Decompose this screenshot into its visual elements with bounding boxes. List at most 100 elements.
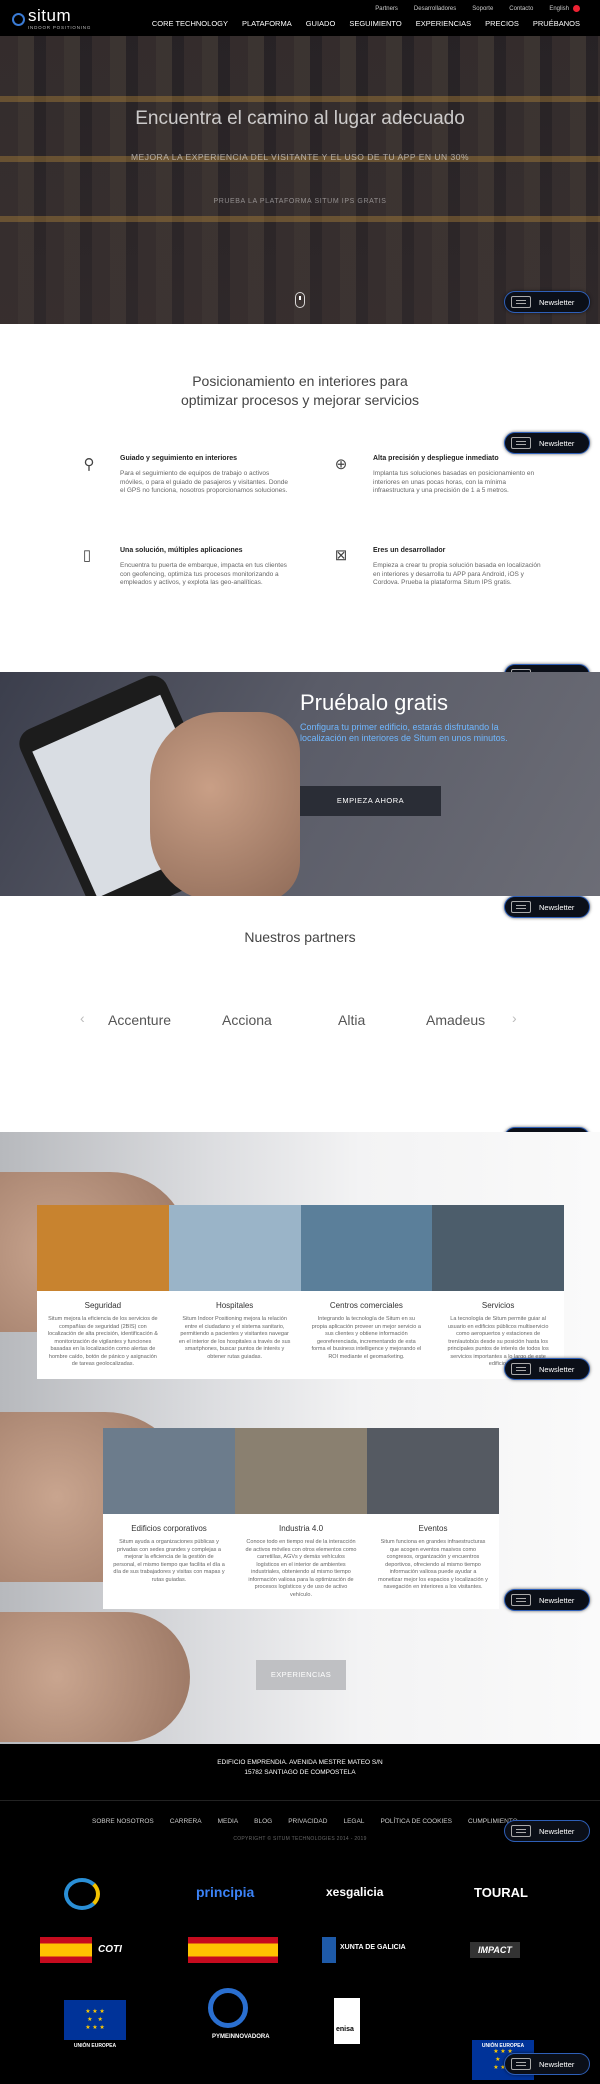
card-title: Hospitales [215,1301,254,1310]
footer-divider [0,1800,600,1801]
eu-flag-icon [64,2000,126,2040]
feature-text: Encuentra tu puerta de embarque, impacta… [120,562,287,586]
card-text: Situm mejora la eficiencia de los servic… [47,1316,158,1367]
enisa-emblem-icon [334,1998,360,2044]
experiencias-button[interactable]: EXPERIENCIAS [256,1660,346,1690]
nav-guiado[interactable]: GUIADO [306,19,336,28]
experience-card[interactable]: Edificios corporativos Situm ayuda a org… [103,1428,235,1609]
newsletter-button[interactable]: Newsletter [504,2053,590,2075]
devices-icon: ▯ [82,547,92,564]
newsletter-button[interactable]: Newsletter [504,291,590,313]
eu-label: UNIÓN EUROPEA [481,2043,525,2049]
sponsor-logo-icon [64,1878,100,1910]
industria-image [235,1428,367,1514]
footer-link[interactable]: MEDIA [218,1818,239,1825]
feature-text: Empieza a crear tu propia solución basad… [373,562,541,586]
nav-experiencias[interactable]: EXPERIENCIAS [416,19,471,28]
newsletter-icon [511,901,531,913]
scroll-down-icon[interactable] [295,292,305,308]
xunta-emblem-icon [322,1937,336,1963]
footer-link[interactable]: BLOG [254,1818,272,1825]
partner-accenture[interactable]: Accenture [108,1012,171,1028]
main-nav: CORE TECHNOLOGY PLATAFORMA GUIADO SEGUIM… [152,19,580,28]
card-title: Seguridad [84,1301,122,1310]
card-text: Situm Indoor Positioning mejora la relac… [178,1316,291,1360]
sponsor-coti: COTI [98,1944,122,1955]
nav-plataforma[interactable]: PLATAFORMA [242,19,292,28]
situm-logo[interactable]: situm INDOOR POSITIONING [12,6,92,32]
crosshair-icon: ⊕ [334,456,348,473]
eu-label: UNIÓN EUROPEA [73,2043,117,2049]
newsletter-button[interactable]: Newsletter [504,1820,590,1842]
experiences-row-1: Seguridad Situm mejora la eficiencia de … [37,1205,564,1379]
card-title: Centros comerciales [329,1301,403,1310]
newsletter-button[interactable]: Newsletter [504,432,590,454]
newsletter-label: Newsletter [539,902,575,912]
partner-amadeus[interactable]: Amadeus [426,1012,485,1028]
card-text: Conoce todo en tiempo real de la interac… [245,1539,357,1598]
top-nav-partners[interactable]: Partners [375,6,398,12]
map-pin-icon: ⚲ [83,456,95,473]
experience-card[interactable]: Industria 4.0 Conoce todo en tiempo real… [235,1428,367,1609]
developer-icon: ⊠ [334,547,348,564]
nav-core-technology[interactable]: CORE TECHNOLOGY [152,19,228,28]
footer-link[interactable]: SOBRE NOSOTROS [92,1818,154,1825]
nav-pruebanos[interactable]: PRUÉBANOS [533,19,580,28]
footer-link[interactable]: PRIVACIDAD [288,1818,327,1825]
newsletter-button[interactable]: Newsletter [504,1358,590,1380]
hospitales-image [168,1205,301,1291]
servicios-image [432,1205,564,1291]
carousel-prev-icon[interactable]: ‹ [80,1010,85,1026]
top-nav-support[interactable]: Soporte [472,6,493,12]
footer-links: SOBRE NOSOTROS CARRERA MEDIA BLOG PRIVAC… [92,1818,518,1825]
experience-card[interactable]: Servicios La tecnología de Situm permite… [432,1205,564,1379]
newsletter-label: Newsletter [539,1364,575,1374]
logo-text: situm [28,6,72,25]
hand-image [150,712,300,896]
card-text: Situm ayuda a organizaciones públicas y … [113,1539,225,1583]
features-title-line1: Posicionamiento en interiores para [192,373,408,389]
hero-cta-link[interactable]: PRUEBA LA PLATAFORMA SITUM IPS GRATIS [0,198,600,205]
card-title: Edificios corporativos [131,1524,207,1533]
language-switch[interactable]: English [549,5,580,12]
newsletter-icon [511,2058,531,2070]
sponsor-impact: IMPACT [470,1942,520,1958]
feature-text: Para el seguimiento de equipos de trabaj… [120,470,289,494]
address-line1: EDIFICIO EMPRENDIA. AVENIDA MESTRE MATEO… [217,1759,383,1766]
centros-comerciales-image [300,1205,433,1291]
newsletter-button[interactable]: Newsletter [504,896,590,918]
empieza-ahora-button[interactable]: EMPIEZA AHORA [300,786,441,816]
footer-link[interactable]: POLÍTICA DE COOKIES [380,1818,452,1825]
top-nav-contact[interactable]: Contacto [509,6,533,12]
experiences-row-2: Edificios corporativos Situm ayuda a org… [103,1428,499,1609]
seguridad-image [37,1205,169,1291]
experience-card[interactable]: Hospitales Situm Indoor Positioning mejo… [168,1205,301,1379]
newsletter-button[interactable]: Newsletter [504,1589,590,1611]
footer-link[interactable]: LEGAL [343,1818,364,1825]
feature-text: Implanta tus soluciones basadas en posic… [373,470,535,494]
feature-title: Una solución, múltiples aplicaciones [120,547,243,554]
feature-title: Eres un desarrollador [373,547,446,554]
newsletter-label: Newsletter [539,2059,575,2069]
nav-seguimiento[interactable]: SEGUIMIENTO [349,19,401,28]
hand-image [0,1612,190,1742]
experience-card[interactable]: Eventos Situm funciona en grandes infrae… [367,1428,499,1609]
header: situm INDOOR POSITIONING Partners Desarr… [0,0,600,36]
language-label: English [549,6,569,13]
partner-acciona[interactable]: Acciona [222,1012,272,1028]
partner-altia[interactable]: Altia [338,1012,365,1028]
pruebalo-subtitle: Configura tu primer edificio, estarás di… [300,722,508,743]
newsletter-label: Newsletter [539,1595,575,1605]
logo-tagline: INDOOR POSITIONING [28,25,92,30]
nav-precios[interactable]: PRECIOS [485,19,519,28]
feature-title: Guiado y seguimiento en interiores [120,455,238,462]
carousel-next-icon[interactable]: › [512,1010,517,1026]
footer-link[interactable]: CARRERA [170,1818,202,1825]
experience-card[interactable]: Centros comerciales Integrando la tecnol… [300,1205,433,1379]
address-line2: 15782 SANTIAGO DE COMPOSTELA [244,1769,356,1776]
hero-shelf [0,216,600,222]
experience-card[interactable]: Seguridad Situm mejora la eficiencia de … [37,1205,169,1379]
hero-subtitle: MEJORA LA EXPERIENCIA DEL VISITANTE Y EL… [130,152,470,162]
eventos-image [367,1428,499,1514]
top-nav-developers[interactable]: Desarrolladores [414,6,456,12]
